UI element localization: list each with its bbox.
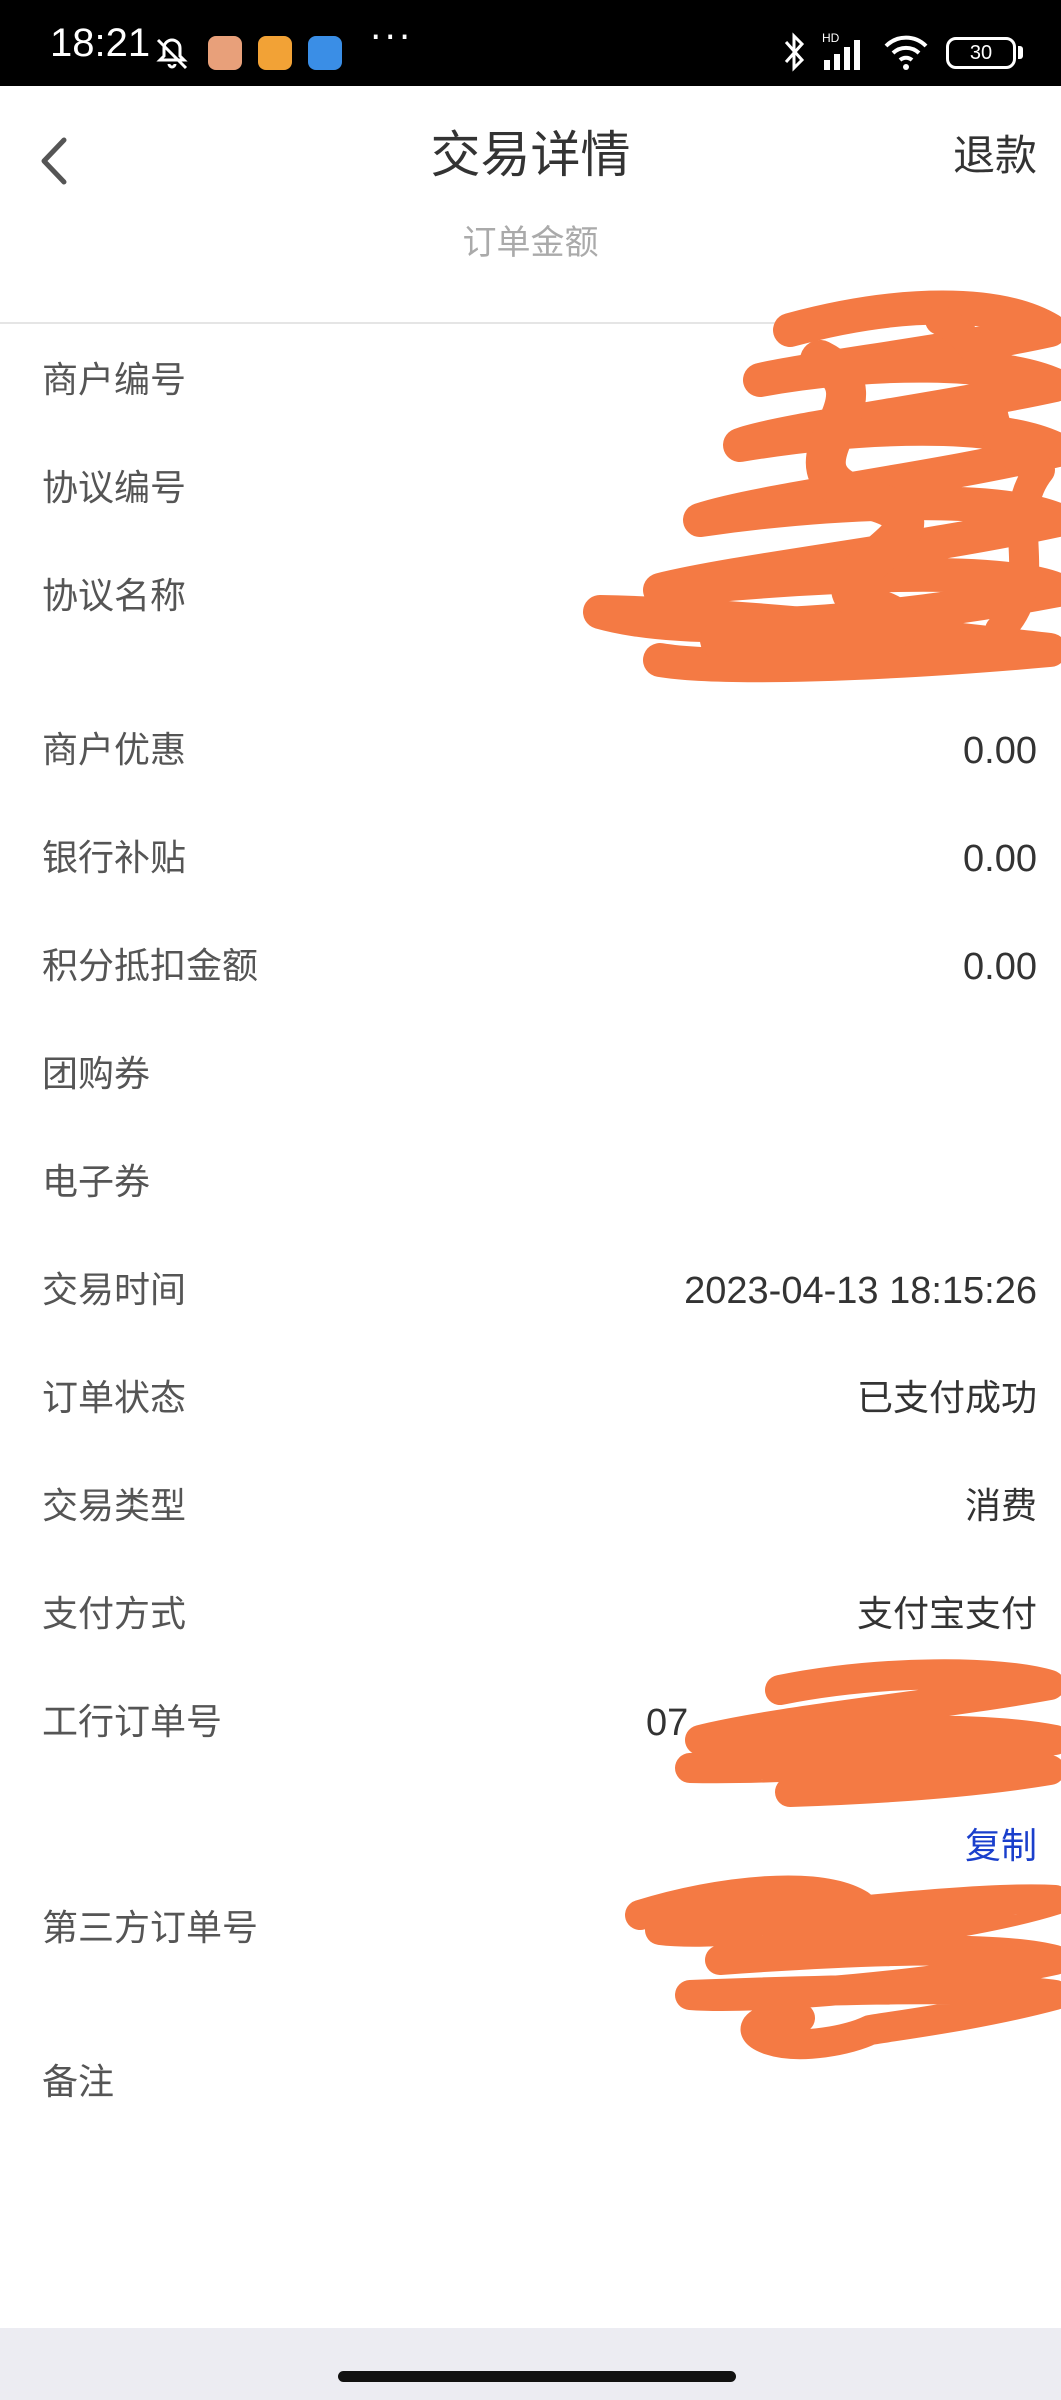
status-time: 18:21: [50, 21, 151, 65]
points-deduction-value: 0.00: [963, 946, 1037, 988]
status-bar: 18:21 ··· HD 30: [0, 0, 1061, 86]
bank-subsidy-label: 银行补贴: [42, 838, 187, 879]
pay-method-value: 支付宝支付: [856, 1594, 1037, 1635]
merchant-discount-label: 商户优惠: [42, 730, 187, 771]
app-notification-icon: [308, 36, 342, 70]
battery-nub: [1018, 46, 1023, 59]
agreement-name-label: 协议名称: [42, 576, 187, 617]
bluetooth-icon: [784, 32, 805, 72]
group-coupon-label: 团购券: [42, 1054, 151, 1095]
trade-type-value: 消费: [964, 1486, 1037, 1527]
more-notifications-icon: ···: [370, 17, 414, 58]
third-party-order-no-label: 第三方订单号: [42, 1908, 259, 1949]
signal-icon: HD: [822, 31, 860, 70]
e-coupon-label: 电子券: [42, 1162, 151, 1203]
icbc-order-no-label: 工行订单号: [42, 1702, 223, 1743]
home-indicator[interactable]: [338, 2371, 736, 2382]
battery-indicator: 30: [946, 37, 1016, 69]
wifi-icon: [884, 35, 928, 70]
order-status-value: 已支付成功: [856, 1378, 1037, 1419]
pay-method-label: 支付方式: [42, 1594, 187, 1635]
trade-time-value: 2023-04-13 18:15:26: [684, 1270, 1037, 1312]
order-status-label: 订单状态: [42, 1378, 187, 1419]
svg-text:HD: HD: [822, 31, 840, 45]
refund-button[interactable]: 退款: [953, 126, 1037, 186]
order-amount-label: 订单金额: [462, 223, 599, 263]
app-notification-icon: [258, 36, 292, 70]
points-deduction-label: 积分抵扣金额: [42, 946, 259, 987]
bank-subsidy-value: 0.00: [963, 838, 1037, 880]
copy-order-no-button[interactable]: 复制: [965, 1822, 1037, 1872]
trade-type-label: 交易类型: [42, 1486, 187, 1527]
bottom-nav-area: [0, 2328, 1061, 2400]
header-divider: [0, 322, 1061, 324]
remark-label: 备注: [42, 2062, 115, 2103]
page-title: 交易详情: [430, 126, 631, 184]
agreement-no-label: 协议编号: [42, 468, 187, 509]
app-notification-icon: [208, 36, 242, 70]
merchant-no-label: 商户编号: [42, 360, 187, 401]
trade-time-label: 交易时间: [42, 1270, 187, 1311]
merchant-discount-value: 0.00: [963, 730, 1037, 772]
page-header: 交易详情 退款 订单金额: [0, 86, 1061, 322]
icbc-order-no-value: 07: [646, 1702, 689, 1744]
mute-icon: [156, 38, 188, 70]
